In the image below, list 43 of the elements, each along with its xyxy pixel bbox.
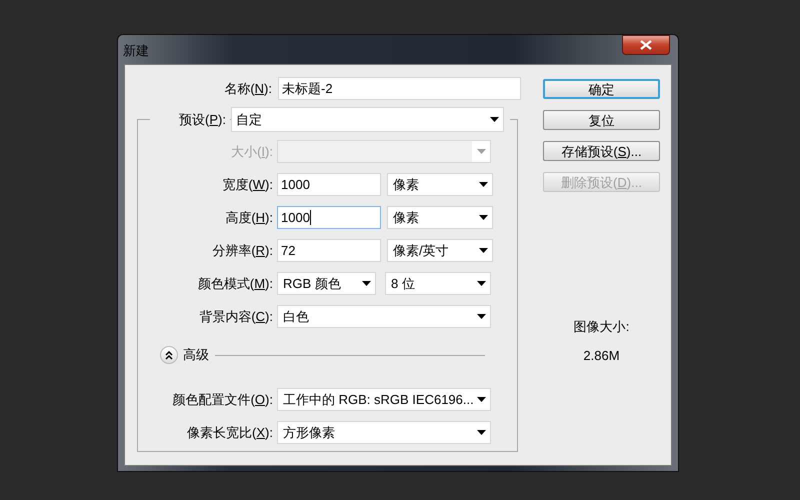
dropdown-arrow-icon xyxy=(477,430,486,435)
input-field[interactable]: 72 xyxy=(277,239,381,262)
field-label: 背景内容(C): xyxy=(198,308,274,326)
field-label: 高度(H): xyxy=(224,208,274,227)
image-size-value: 2.86M xyxy=(583,346,620,364)
input-field[interactable]: 1000 xyxy=(277,173,381,196)
close-button[interactable] xyxy=(622,35,670,55)
field-label: 像素长宽比(X): xyxy=(186,424,274,442)
section-label: 高级 xyxy=(183,346,209,364)
window-title: 新建 xyxy=(123,42,149,60)
field-label: 宽度(W): xyxy=(221,176,274,194)
field-label: 分辨率(R): xyxy=(211,242,274,260)
double-chevron-up-icon xyxy=(165,350,173,360)
dropdown-arrow-icon xyxy=(477,397,486,402)
field-label: 大小(I): xyxy=(230,142,274,161)
dropdown[interactable]: 方形像素 xyxy=(277,421,491,444)
dropdown-arrow-icon xyxy=(490,117,499,122)
dropdown-arrow-icon xyxy=(477,281,486,286)
dropdown-arrow-icon xyxy=(479,182,488,187)
dropdown-arrow-icon xyxy=(362,281,371,286)
dropdown[interactable]: 像素/英寸 xyxy=(387,239,493,262)
dialog-button[interactable]: 复位 xyxy=(543,110,660,130)
collapse-button[interactable] xyxy=(160,346,178,364)
close-icon xyxy=(640,40,652,50)
dropdown[interactable]: 像素 xyxy=(387,173,493,196)
input-field[interactable]: 1000 xyxy=(277,206,381,229)
field-label: 颜色模式(M): xyxy=(196,274,274,293)
dropdown-arrow-icon xyxy=(479,215,488,220)
dropdown-arrow-icon xyxy=(477,314,486,319)
dialog-button[interactable]: 确定 xyxy=(543,79,660,99)
dropdown[interactable]: RGB 颜色 xyxy=(277,272,376,295)
dialog-button[interactable]: 存储预设(S)... xyxy=(543,141,660,161)
field-label: 名称(N): xyxy=(223,80,273,98)
name-input-field[interactable]: 未标题-2 xyxy=(278,77,521,100)
dropdown-arrow-icon xyxy=(479,248,488,253)
preset-dropdown[interactable]: 自定 xyxy=(231,107,504,132)
dropdown[interactable]: 工作中的 RGB: sRGB IEC6196... xyxy=(277,388,491,411)
dropdown[interactable]: 像素 xyxy=(387,206,493,229)
dropdown-arrow-icon xyxy=(476,149,486,154)
field-label: 颜色配置文件(O): xyxy=(172,390,274,409)
dropdown[interactable]: 8 位 xyxy=(385,272,491,295)
image-size-label: 图像大小: xyxy=(574,318,630,336)
dropdown[interactable]: 白色 xyxy=(277,305,491,328)
